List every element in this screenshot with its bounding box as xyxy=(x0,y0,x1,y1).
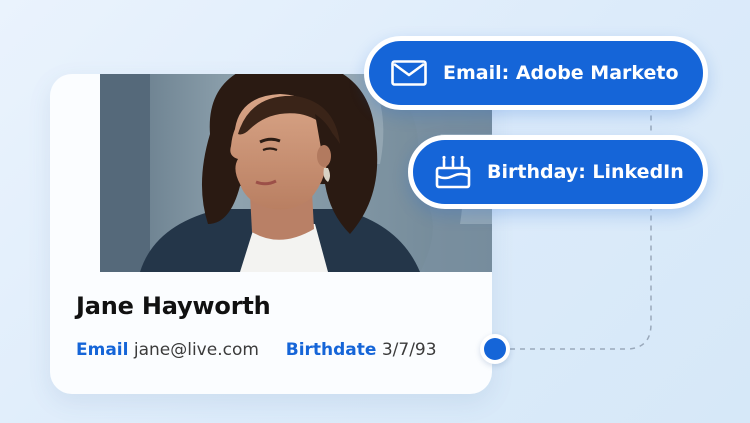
envelope-icon xyxy=(391,60,427,86)
email-value: jane@live.com xyxy=(133,340,259,360)
profile-card: Jane Hayworth Email jane@live.com Birthd… xyxy=(50,74,492,394)
profile-name: Jane Hayworth xyxy=(76,292,271,320)
profile-details: Email jane@live.com Birthdate 3/7/93 xyxy=(76,340,437,360)
email-label: Email xyxy=(76,340,129,360)
email-source-pill: Email: Adobe Marketo xyxy=(364,36,708,110)
birthday-source-pill: Birthday: LinkedIn xyxy=(408,135,708,209)
birthdate-label: Birthdate xyxy=(285,340,377,360)
email-source-label: Email: Adobe Marketo xyxy=(443,62,679,84)
connector-node xyxy=(480,334,510,364)
profile-sources-illustration: Jane Hayworth Email jane@live.com Birthd… xyxy=(0,0,750,423)
birthdate-value: 3/7/93 xyxy=(381,340,437,360)
birthday-source-label: Birthday: LinkedIn xyxy=(487,161,684,183)
birthday-cake-icon xyxy=(435,155,471,189)
